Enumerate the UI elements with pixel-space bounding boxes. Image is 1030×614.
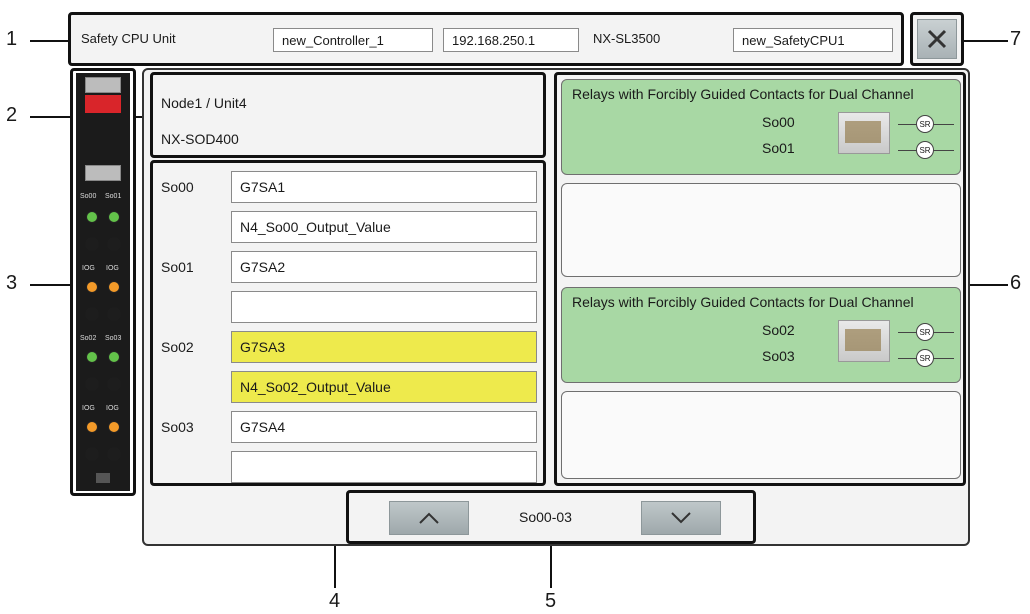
close-button[interactable]: [917, 19, 957, 59]
terminal-hole: [107, 307, 121, 321]
callout-line-1: [30, 40, 68, 42]
callout-5: 5: [545, 590, 557, 612]
chevron-up-icon: [419, 512, 439, 524]
output-label-so02: So02: [161, 339, 194, 355]
led-so02: [86, 351, 98, 363]
device-card-channel: So00: [762, 114, 795, 130]
callout-line-5: [550, 544, 552, 588]
unit-red-indicator: [85, 95, 121, 113]
unit-label-plate: [85, 165, 121, 181]
terminal-label-iog: IOG: [82, 405, 95, 412]
device-card-title: Relays with Forcibly Guided Contacts for…: [572, 86, 914, 102]
output-label-so01: So01: [161, 259, 194, 275]
terminal-label-so02: So02: [80, 335, 97, 342]
device-card-empty[interactable]: [561, 391, 961, 479]
callout-4: 4: [329, 590, 341, 612]
sr-symbol-icon: SR: [916, 141, 934, 159]
output-variable-field[interactable]: N4_So00_Output_Value: [231, 211, 537, 243]
callout-2: 2: [6, 104, 18, 126]
model-label: NX-SL3500: [593, 31, 661, 46]
terminal-label-iog: IOG: [82, 265, 95, 272]
device-card-empty[interactable]: [561, 183, 961, 277]
unit-bottom-latch: [96, 473, 110, 483]
device-card-panel: Relays with Forcibly Guided Contacts for…: [554, 72, 966, 486]
safety-cpu-name-field: new_SafetyCPU1: [733, 28, 893, 52]
pager: So00-03: [346, 490, 756, 544]
terminal-hole: [85, 307, 99, 321]
controller-name-field: new_Controller_1: [273, 28, 433, 52]
terminal-hole: [85, 237, 99, 251]
device-card[interactable]: Relays with Forcibly Guided Contacts for…: [561, 287, 961, 383]
close-button-frame: [910, 12, 964, 66]
terminal-label-so00: So00: [80, 193, 97, 200]
page-up-button[interactable]: [389, 501, 469, 535]
device-card-channel: So03: [762, 348, 795, 364]
led-so01: [108, 211, 120, 223]
output-variable-field[interactable]: [231, 451, 537, 483]
page-down-button[interactable]: [641, 501, 721, 535]
close-icon: [927, 29, 947, 49]
led-iog: [86, 281, 98, 293]
callout-line-7: [962, 40, 1008, 42]
led-iog: [86, 421, 98, 433]
unit-location: Node1 / Unit4: [161, 95, 247, 111]
device-card-channel: So02: [762, 322, 795, 338]
output-variable-field[interactable]: [231, 291, 537, 323]
page-range-label: So00-03: [519, 509, 572, 525]
callout-6: 6: [1010, 272, 1022, 294]
output-label-so00: So00: [161, 179, 194, 195]
unit-model: NX-SOD400: [161, 131, 239, 147]
unit-info-box: Node1 / Unit4 NX-SOD400: [150, 72, 546, 158]
terminal-label-iog: IOG: [106, 405, 119, 412]
terminal-hole: [107, 377, 121, 391]
sr-symbol-icon: SR: [916, 349, 934, 367]
relay-image: [838, 112, 890, 154]
terminal-hole: [107, 447, 121, 461]
relay-image: [838, 320, 890, 362]
device-card[interactable]: Relays with Forcibly Guided Contacts for…: [561, 79, 961, 175]
ip-address-field: 192.168.250.1: [443, 28, 579, 52]
led-iog: [108, 421, 120, 433]
terminal-label-iog: IOG: [106, 265, 119, 272]
sr-symbol-icon: SR: [916, 323, 934, 341]
callout-7: 7: [1010, 28, 1022, 50]
led-so00: [86, 211, 98, 223]
terminal-hole: [85, 447, 99, 461]
unit-graphic[interactable]: So00 So01 IOG IOG So02 So03 IOG IOG: [76, 73, 130, 491]
callout-line-6: [964, 284, 1008, 286]
unit-graphic-frame: So00 So01 IOG IOG So02 So03 IOG IOG: [70, 68, 136, 496]
output-list: So00 G7SA1 N4_So00_Output_Value So01 G7S…: [150, 160, 546, 486]
output-device-field[interactable]: G7SA3: [231, 331, 537, 363]
device-card-channel: So01: [762, 140, 795, 156]
chevron-down-icon: [671, 512, 691, 524]
callout-line-3: [30, 284, 70, 286]
device-card-title: Relays with Forcibly Guided Contacts for…: [572, 294, 914, 310]
output-variable-field[interactable]: N4_So02_Output_Value: [231, 371, 537, 403]
terminal-hole: [107, 237, 121, 251]
terminal-label-so03: So03: [105, 335, 122, 342]
unit-top-latch: [85, 77, 121, 93]
header-bar: Safety CPU Unit new_Controller_1 192.168…: [68, 12, 904, 66]
unit-type-label: Safety CPU Unit: [81, 31, 176, 46]
led-so03: [108, 351, 120, 363]
output-device-field[interactable]: G7SA4: [231, 411, 537, 443]
led-iog: [108, 281, 120, 293]
callout-1: 1: [6, 28, 18, 50]
output-label-so03: So03: [161, 419, 194, 435]
sr-symbol-icon: SR: [916, 115, 934, 133]
output-device-field[interactable]: G7SA1: [231, 171, 537, 203]
terminal-label-so01: So01: [105, 193, 122, 200]
callout-3: 3: [6, 272, 18, 294]
terminal-hole: [85, 377, 99, 391]
output-device-field[interactable]: G7SA2: [231, 251, 537, 283]
